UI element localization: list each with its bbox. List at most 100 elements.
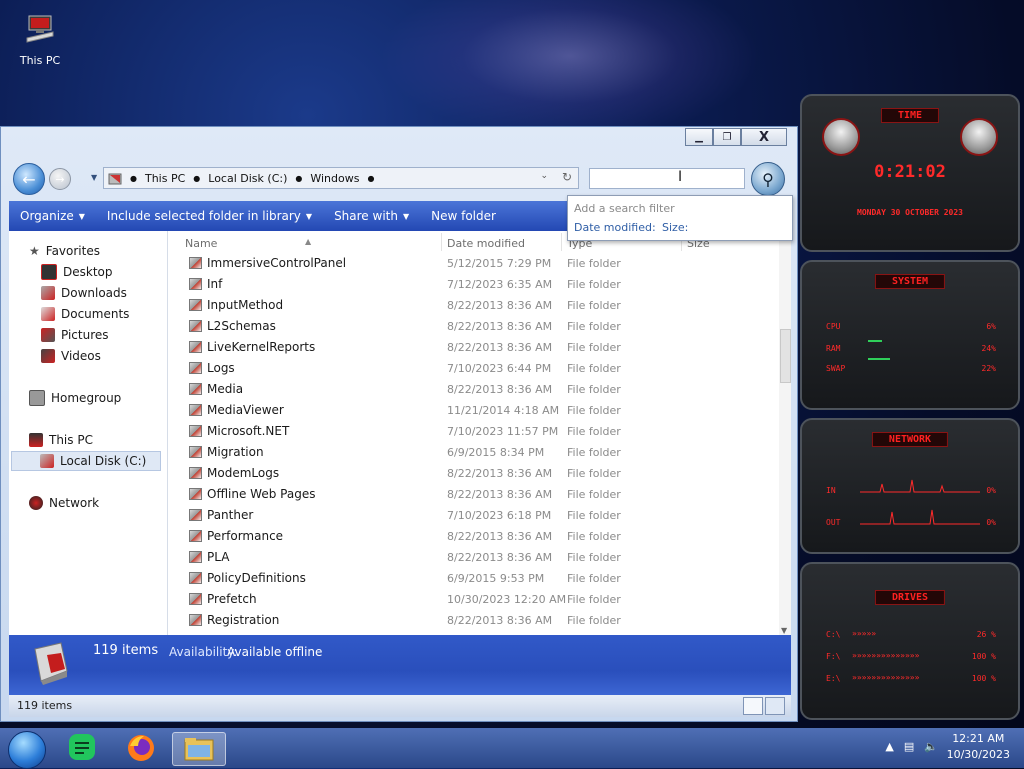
column-divider[interactable] bbox=[561, 233, 562, 251]
table-row[interactable]: L2Schemas 8/22/2013 8:36 AM File folder bbox=[185, 316, 775, 337]
table-row[interactable]: Offline Web Pages 8/22/2013 8:36 AM File f… bbox=[185, 484, 775, 505]
breadcrumb-windows[interactable]: Windows bbox=[310, 172, 359, 185]
table-row[interactable]: Media 8/22/2013 8:36 AM File folder bbox=[185, 379, 775, 400]
folder-icon bbox=[189, 530, 202, 542]
explorer-window: ▁ ❐ X ← → ▼ ● This PC ● Local Disk (C:) … bbox=[0, 126, 798, 722]
sidebar-item-homegroup[interactable]: Homegroup bbox=[29, 388, 121, 408]
desktop-icon-this-pc[interactable]: This PC bbox=[14, 14, 66, 67]
table-row[interactable]: Performance 8/22/2013 8:36 AM File folder bbox=[185, 526, 775, 547]
sidebar-item-videos[interactable]: Videos bbox=[41, 346, 101, 366]
table-row[interactable]: PLA 8/22/2013 8:36 AM File folder bbox=[185, 547, 775, 568]
chevron-down-icon: ▼ bbox=[305, 211, 313, 221]
file-date-modified: 8/22/2013 8:36 AM bbox=[447, 488, 553, 501]
column-date-modified[interactable]: Date modified bbox=[447, 237, 525, 250]
table-row[interactable]: LiveKernelReports 8/22/2013 8:36 AM File f… bbox=[185, 337, 775, 358]
breadcrumb-separator[interactable]: ● bbox=[367, 174, 374, 183]
table-row[interactable]: ImmersiveControlPanel 5/12/2015 7:29 PM Fi… bbox=[185, 253, 775, 274]
file-name: Microsoft.NET bbox=[207, 424, 290, 438]
filter-size[interactable]: Size: bbox=[662, 221, 688, 234]
taskbar-app-firefox[interactable] bbox=[124, 732, 158, 764]
new-folder-button[interactable]: New folder bbox=[420, 209, 507, 223]
large-icons-view-icon[interactable] bbox=[765, 697, 785, 715]
table-row[interactable]: InputMethod 8/22/2013 8:36 AM File folder bbox=[185, 295, 775, 316]
table-row[interactable]: Logs 7/10/2023 6:44 PM File folder bbox=[185, 358, 775, 379]
ram-graph bbox=[868, 340, 882, 342]
table-row[interactable]: Registration 8/22/2013 8:36 AM File folder bbox=[185, 610, 775, 631]
sidebar-item-documents[interactable]: Documents bbox=[41, 304, 129, 324]
breadcrumb-separator[interactable]: ● bbox=[295, 174, 302, 183]
network-status-icon[interactable]: ▤ bbox=[904, 740, 914, 753]
sort-ascending-icon: ▲ bbox=[305, 237, 312, 246]
sidebar-item-favorites[interactable]: ★ Favorites bbox=[29, 241, 100, 261]
breadcrumb-separator[interactable]: ● bbox=[193, 174, 200, 183]
table-row[interactable]: Panther 7/10/2023 6:18 PM File folder bbox=[185, 505, 775, 526]
network-in-value: 0% bbox=[986, 486, 996, 495]
column-divider[interactable] bbox=[441, 233, 442, 251]
file-date-modified: 7/12/2023 6:35 AM bbox=[447, 278, 553, 291]
search-input[interactable]: I bbox=[589, 168, 745, 189]
refresh-icon[interactable]: ↻ bbox=[562, 170, 572, 184]
table-row[interactable]: Prefetch 10/30/2023 12:20 AM File folder bbox=[185, 589, 775, 610]
filter-date-modified[interactable]: Date modified: bbox=[574, 221, 656, 234]
file-name: ImmersiveControlPanel bbox=[207, 256, 347, 270]
table-row[interactable]: Microsoft.NET 7/10/2023 11:57 PM File fold… bbox=[185, 421, 775, 442]
file-date-modified: 10/30/2023 12:20 AM bbox=[447, 593, 567, 606]
file-date-modified: 6/9/2015 9:53 PM bbox=[447, 572, 545, 585]
sidebar-item-downloads[interactable]: Downloads bbox=[41, 283, 127, 303]
details-view-icon[interactable] bbox=[743, 697, 763, 715]
sidebar-item-network[interactable]: Network bbox=[29, 493, 99, 513]
forward-button[interactable]: → bbox=[49, 168, 71, 190]
vertical-scrollbar[interactable]: ▲ ▼ bbox=[779, 231, 791, 635]
column-name[interactable]: Name bbox=[185, 237, 217, 250]
scroll-down-icon[interactable]: ▼ bbox=[781, 626, 787, 635]
folder-icon bbox=[189, 509, 202, 521]
drive-c-label: C:\ bbox=[826, 630, 841, 639]
volume-icon[interactable]: 🔈 bbox=[924, 740, 938, 753]
network-graph bbox=[860, 479, 980, 525]
taskbar-app-notes[interactable] bbox=[66, 732, 100, 764]
sidebar-item-local-disk[interactable]: Local Disk (C:) bbox=[11, 451, 161, 471]
breadcrumb-this-pc[interactable]: This PC bbox=[145, 172, 185, 185]
documents-icon bbox=[41, 307, 55, 321]
table-row[interactable]: Inf 7/12/2023 6:35 AM File folder bbox=[185, 274, 775, 295]
start-button[interactable] bbox=[8, 731, 46, 769]
sidebar-label: Local Disk (C:) bbox=[60, 454, 147, 468]
folder-icon bbox=[189, 425, 202, 437]
file-type: File folder bbox=[567, 425, 621, 438]
include-in-library-button[interactable]: Include selected folder in library ▼ bbox=[96, 209, 323, 223]
system-clock[interactable]: 12:21 AM 10/30/2023 bbox=[947, 732, 1010, 761]
folder-icon bbox=[189, 383, 202, 395]
sidebar-item-desktop[interactable]: Desktop bbox=[41, 262, 113, 282]
recent-locations-button[interactable]: ▼ bbox=[91, 173, 97, 182]
sidebar-label: Pictures bbox=[61, 328, 109, 342]
sidebar-item-this-pc[interactable]: This PC bbox=[29, 430, 93, 450]
folder-icon bbox=[189, 614, 202, 626]
search-button[interactable]: ⚲ bbox=[751, 162, 785, 196]
maximize-button[interactable]: ❐ bbox=[713, 128, 741, 146]
file-date-modified: 5/12/2015 7:29 PM bbox=[447, 257, 552, 270]
show-hidden-icons-icon[interactable]: ▲ bbox=[885, 740, 893, 753]
breadcrumb-local-disk[interactable]: Local Disk (C:) bbox=[208, 172, 287, 185]
file-name: Panther bbox=[207, 508, 254, 522]
file-type: File folder bbox=[567, 299, 621, 312]
system-gadget-title: SYSTEM bbox=[874, 274, 946, 289]
close-button[interactable]: X bbox=[741, 128, 787, 146]
taskbar-app-explorer[interactable] bbox=[172, 732, 226, 766]
table-row[interactable]: MediaViewer 11/21/2014 4:18 AM File folder bbox=[185, 400, 775, 421]
minimize-button[interactable]: ▁ bbox=[685, 128, 713, 146]
file-name: Inf bbox=[207, 277, 223, 291]
organize-button[interactable]: Organize ▼ bbox=[9, 209, 96, 223]
address-bar[interactable]: ● This PC ● Local Disk (C:) ● Windows ● … bbox=[103, 167, 579, 189]
back-button[interactable]: ← bbox=[13, 163, 45, 195]
table-row[interactable]: Migration 6/9/2015 8:34 PM File folder bbox=[185, 442, 775, 463]
table-row[interactable]: ModemLogs 8/22/2013 8:36 AM File folder bbox=[185, 463, 775, 484]
share-with-button[interactable]: Share with ▼ bbox=[323, 209, 420, 223]
computer-icon bbox=[29, 433, 43, 447]
chevron-down-icon[interactable]: ⌄ bbox=[540, 171, 548, 181]
scrollbar-thumb[interactable] bbox=[780, 329, 791, 383]
sidebar-item-pictures[interactable]: Pictures bbox=[41, 325, 109, 345]
table-row[interactable]: PolicyDefinitions 6/9/2015 9:53 PM File fo… bbox=[185, 568, 775, 589]
folder-icon bbox=[189, 593, 202, 605]
arrow-left-icon: ← bbox=[22, 169, 36, 189]
firefox-icon bbox=[128, 735, 154, 761]
